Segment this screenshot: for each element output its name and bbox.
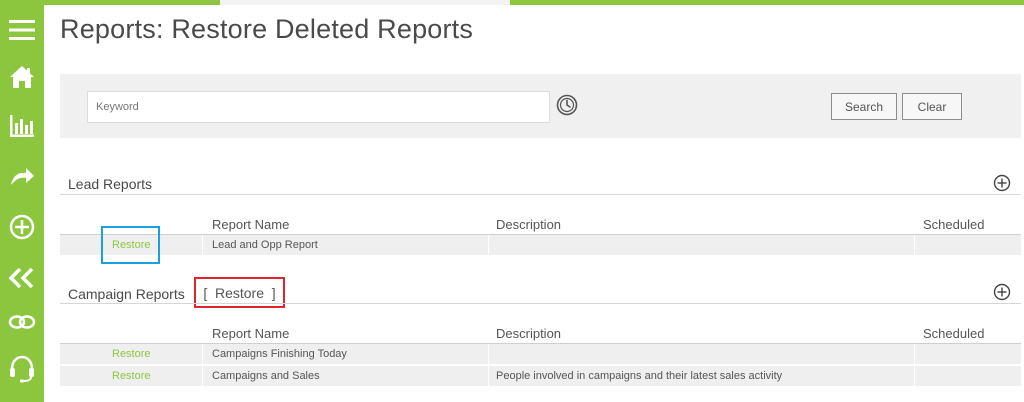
lead-col-scheduled[interactable]: Scheduled bbox=[923, 217, 984, 232]
clear-button[interactable]: Clear bbox=[902, 93, 962, 120]
cell-divider bbox=[202, 344, 203, 364]
cell-divider bbox=[202, 235, 203, 255]
sidebar-item-menu[interactable] bbox=[0, 10, 44, 50]
sidebar bbox=[0, 0, 44, 402]
sidebar-item-home[interactable] bbox=[0, 57, 44, 97]
report-name: Campaigns and Sales bbox=[212, 370, 320, 382]
linked-rings-icon bbox=[8, 315, 36, 329]
restore-link-highlight bbox=[101, 226, 160, 264]
restore-link[interactable]: Restore bbox=[112, 366, 151, 386]
campaign-col-scheduled[interactable]: Scheduled bbox=[923, 326, 984, 341]
report-name: Lead and Opp Report bbox=[212, 239, 318, 251]
add-lead-report-icon[interactable] bbox=[993, 174, 1011, 192]
campaign-col-report-name[interactable]: Report Name bbox=[212, 326, 289, 341]
home-icon bbox=[10, 66, 34, 88]
table-row: Restore Campaigns Finishing Today bbox=[60, 344, 1021, 364]
lead-reports-divider bbox=[60, 194, 1021, 195]
cell-divider bbox=[488, 344, 489, 364]
top-scroll-track bbox=[220, 0, 510, 5]
bar-chart-icon bbox=[10, 115, 34, 137]
cell-divider bbox=[488, 235, 489, 255]
sidebar-item-support[interactable] bbox=[0, 349, 44, 389]
campaign-reports-title: Campaign Reports bbox=[68, 286, 185, 302]
double-chevron-left-icon bbox=[9, 268, 34, 288]
menu-icon bbox=[9, 20, 35, 40]
restore-link[interactable]: Restore bbox=[112, 344, 151, 364]
lead-reports-title: Lead Reports bbox=[68, 176, 153, 192]
lead-col-description[interactable]: Description bbox=[496, 217, 561, 232]
page-title: Reports: Restore Deleted Reports bbox=[60, 14, 474, 44]
add-circle-icon bbox=[9, 214, 35, 240]
top-accent-line bbox=[44, 0, 1024, 5]
sidebar-item-add[interactable] bbox=[0, 207, 44, 247]
lead-col-report-name[interactable]: Report Name bbox=[212, 217, 289, 232]
report-description: People involved in campaigns and their l… bbox=[496, 370, 783, 382]
search-button[interactable]: Search bbox=[831, 93, 897, 120]
cell-divider bbox=[914, 344, 915, 364]
campaign-reports-divider bbox=[60, 303, 1021, 304]
sidebar-item-collapse[interactable] bbox=[0, 258, 44, 298]
campaign-col-description[interactable]: Description bbox=[496, 326, 561, 341]
keyword-input[interactable] bbox=[87, 91, 550, 123]
cell-divider bbox=[202, 366, 203, 386]
headset-icon bbox=[10, 355, 34, 383]
table-row: Restore Lead and Opp Report bbox=[60, 235, 1021, 255]
cell-divider bbox=[914, 235, 915, 255]
sidebar-item-forward[interactable] bbox=[0, 157, 44, 197]
add-campaign-report-icon[interactable] bbox=[993, 283, 1011, 301]
report-name: Campaigns Finishing Today bbox=[212, 348, 347, 360]
forward-arrow-icon bbox=[11, 168, 34, 185]
clock-icon[interactable] bbox=[556, 94, 578, 116]
cell-divider bbox=[914, 366, 915, 386]
cell-divider bbox=[488, 366, 489, 386]
sidebar-item-integrations[interactable] bbox=[0, 302, 44, 342]
sidebar-item-reports[interactable] bbox=[0, 106, 44, 146]
search-panel: Search Clear bbox=[60, 74, 1021, 138]
restore-all-label: [ Restore ] bbox=[203, 284, 276, 301]
table-row: Restore Campaigns and Sales People invol… bbox=[60, 366, 1021, 386]
